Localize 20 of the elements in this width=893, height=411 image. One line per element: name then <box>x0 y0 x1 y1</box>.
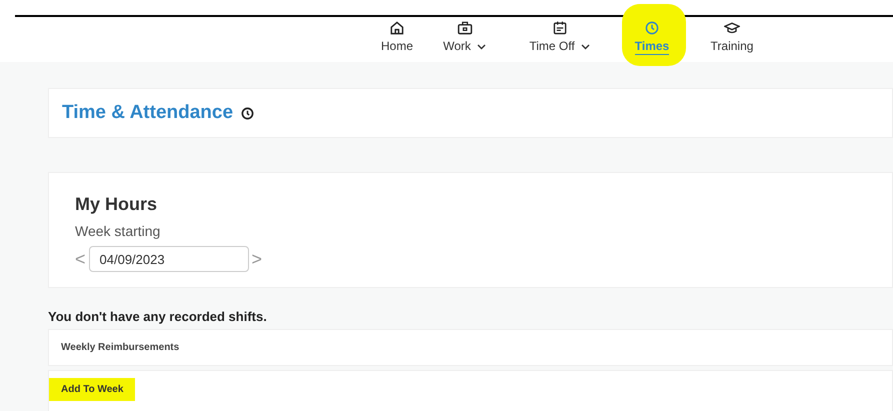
nav-tab[interactable]: Training <box>710 39 754 54</box>
graduation-cap-icon <box>724 20 740 36</box>
nav-tab[interactable]: Work <box>443 39 486 54</box>
highlighter-mark <box>622 4 686 66</box>
clock-icon <box>241 106 254 120</box>
empty-message: You don't have any recorded shifts. <box>47 308 267 325</box>
clock-icon <box>644 20 660 36</box>
chevron-down-icon <box>580 44 590 50</box>
section-title: My Hours <box>75 193 158 215</box>
page-title: Time & Attendance <box>62 100 234 125</box>
add-to-week-link[interactable]: Add To Week <box>49 378 136 401</box>
section-title: Weekly Reimbursements <box>61 341 180 355</box>
nav-tab[interactable]: Time Off <box>529 39 590 54</box>
home-icon <box>389 20 405 36</box>
chevron-down-icon <box>476 44 486 50</box>
field-label: Week starting <box>75 222 162 241</box>
briefcase-icon <box>456 20 472 36</box>
nav-tab[interactable]: Home <box>380 39 413 54</box>
date-field[interactable]: 04/09/2023 <box>88 246 249 272</box>
calendar-icon <box>552 20 568 36</box>
